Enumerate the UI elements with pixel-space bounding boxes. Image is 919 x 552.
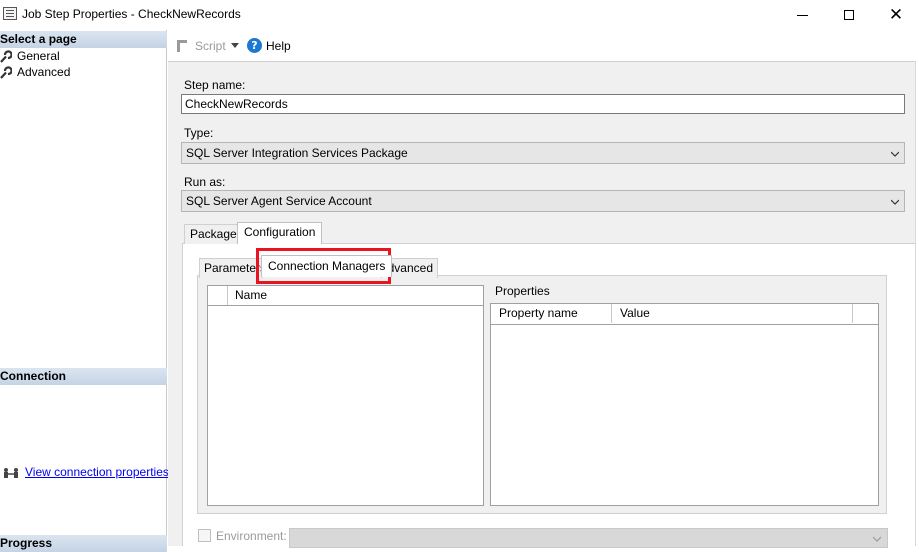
vertical-scrollbar[interactable] bbox=[915, 61, 919, 546]
tab-package[interactable]: Package bbox=[184, 224, 243, 244]
environment-label: Environment: bbox=[216, 529, 287, 543]
maximize-button[interactable] bbox=[826, 0, 872, 30]
progress-header: Progress bbox=[0, 535, 167, 552]
chevron-down-icon[interactable] bbox=[231, 43, 239, 48]
page-item-advanced[interactable]: Advanced bbox=[0, 64, 70, 80]
tab-configuration[interactable]: Configuration bbox=[237, 222, 323, 244]
help-button[interactable]: Help bbox=[266, 39, 291, 53]
script-button[interactable]: Script bbox=[195, 39, 226, 53]
help-icon[interactable]: ? bbox=[247, 38, 262, 53]
chevron-down-icon bbox=[891, 199, 899, 205]
close-icon: ✕ bbox=[888, 5, 904, 25]
name-column-header[interactable]: Name bbox=[228, 286, 483, 305]
run-as-label: Run as: bbox=[184, 175, 226, 189]
page-item-general[interactable]: General bbox=[0, 48, 60, 64]
page-item-label: General bbox=[17, 49, 60, 63]
run-as-select[interactable]: SQL Server Agent Service Account bbox=[181, 190, 905, 212]
properties-grid[interactable]: Property name Value bbox=[490, 303, 879, 506]
maximize-icon bbox=[844, 10, 854, 20]
view-connection-properties-link[interactable]: View connection properties bbox=[25, 465, 169, 479]
chevron-down-icon bbox=[891, 151, 899, 157]
grid-header: Property name Value bbox=[491, 304, 878, 325]
type-label: Type: bbox=[184, 126, 214, 140]
connection-header: Connection bbox=[0, 368, 167, 385]
tab-parameters[interactable]: Parameters bbox=[199, 258, 263, 278]
step-name-input[interactable] bbox=[181, 94, 905, 114]
tab-connection-managers[interactable]: Connection Managers bbox=[261, 255, 393, 277]
script-icon bbox=[176, 38, 190, 54]
page-item-label: Advanced bbox=[17, 65, 71, 79]
value-column-header[interactable]: Value bbox=[612, 304, 853, 323]
environment-checkbox[interactable] bbox=[198, 529, 211, 542]
type-select-value: SQL Server Integration Services Package bbox=[186, 146, 408, 160]
window-title: Job Step Properties - CheckNewRecords bbox=[22, 7, 241, 21]
properties-label: Properties bbox=[495, 284, 550, 298]
grid-header: Name bbox=[208, 286, 483, 306]
connection-icon bbox=[3, 466, 19, 480]
chevron-down-icon bbox=[873, 536, 881, 542]
minimize-icon bbox=[796, 14, 808, 16]
environment-select[interactable] bbox=[289, 528, 888, 548]
minimize-button[interactable] bbox=[779, 0, 825, 30]
close-button[interactable]: ✕ bbox=[873, 0, 919, 30]
app-icon bbox=[3, 7, 17, 20]
type-select[interactable]: SQL Server Integration Services Package bbox=[181, 142, 905, 164]
connection-managers-grid[interactable]: Name bbox=[207, 285, 484, 506]
wrench-icon bbox=[0, 65, 12, 79]
select-page-header: Select a page bbox=[0, 31, 167, 48]
property-name-column-header[interactable]: Property name bbox=[491, 304, 612, 323]
run-as-select-value: SQL Server Agent Service Account bbox=[186, 194, 372, 208]
wrench-icon bbox=[0, 49, 12, 63]
step-name-label: Step name: bbox=[184, 78, 246, 92]
grid-row-header-cell bbox=[208, 286, 228, 305]
